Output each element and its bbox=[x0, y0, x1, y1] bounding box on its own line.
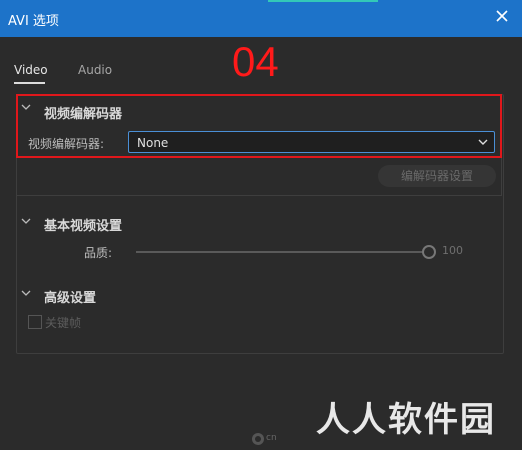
close-icon[interactable] bbox=[494, 8, 510, 24]
window-title: AVI 选项 bbox=[8, 14, 59, 29]
keyframe-label: 关键帧 bbox=[45, 316, 82, 330]
title-bar: AVI 选项 bbox=[0, 0, 522, 37]
chevron-down-icon bbox=[478, 139, 488, 145]
section-header-basic-video[interactable]: 基本视频设置 bbox=[44, 215, 122, 234]
active-tab-indicator bbox=[14, 82, 45, 84]
tab-video[interactable]: Video bbox=[14, 63, 48, 77]
section-header-video-codec[interactable]: 视频编解码器 bbox=[44, 103, 122, 122]
section-header-advanced[interactable]: 高级设置 bbox=[44, 287, 96, 306]
codec-settings-button[interactable]: 编解码器设置 bbox=[378, 165, 496, 187]
step-annotation: 04 bbox=[232, 38, 279, 85]
quality-slider-track[interactable] bbox=[136, 251, 426, 253]
keyframe-checkbox[interactable] bbox=[28, 315, 42, 329]
accent-bar bbox=[268, 0, 378, 2]
quality-slider-thumb[interactable] bbox=[422, 245, 436, 259]
chevron-down-icon[interactable] bbox=[21, 217, 31, 225]
video-codec-value: None bbox=[137, 136, 169, 150]
tab-audio[interactable]: Audio bbox=[78, 63, 112, 77]
video-codec-label: 视频编解码器: bbox=[28, 137, 105, 151]
quality-label: 品质: bbox=[84, 246, 113, 260]
watermark: 人人软件园 bbox=[316, 400, 496, 440]
chevron-down-icon[interactable] bbox=[21, 103, 31, 111]
quality-value: 100 bbox=[442, 244, 463, 257]
site-logo-icon bbox=[252, 433, 264, 445]
video-codec-select[interactable]: None bbox=[128, 131, 495, 153]
chevron-down-icon[interactable] bbox=[21, 289, 31, 297]
footer-text: cn bbox=[266, 433, 277, 443]
